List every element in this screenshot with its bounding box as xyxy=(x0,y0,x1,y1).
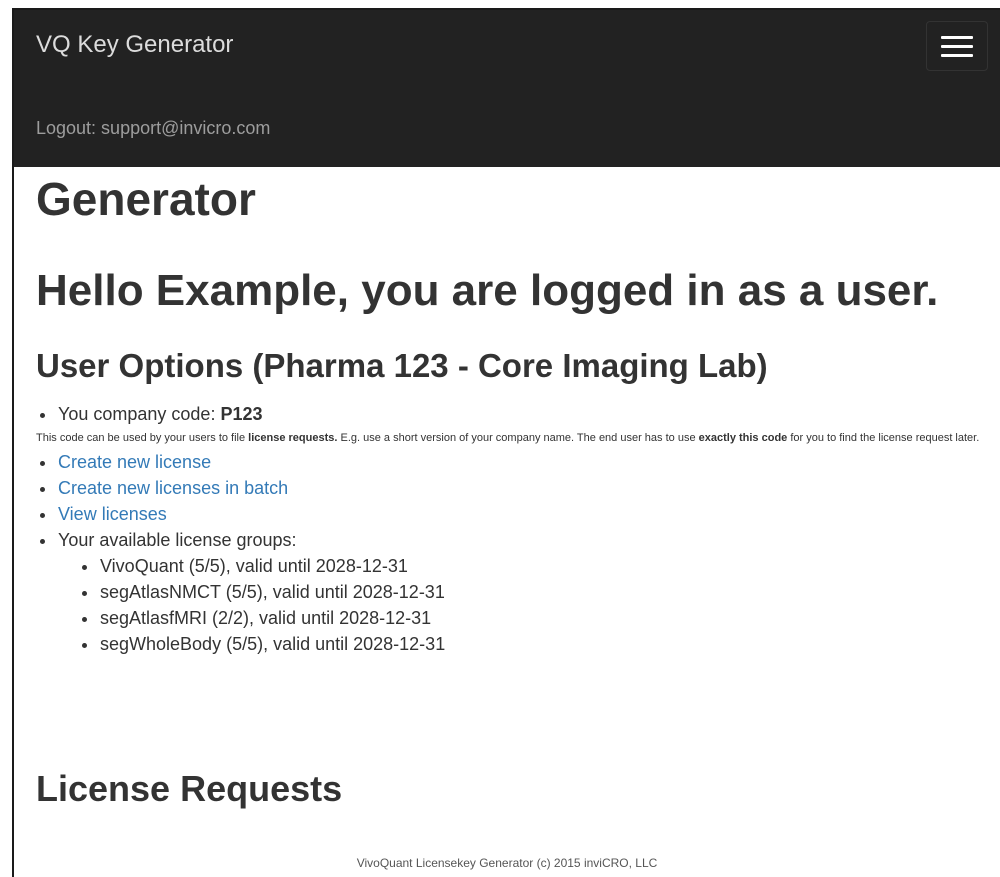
bullet-icon xyxy=(40,413,45,418)
create-license-item: Create new license xyxy=(36,449,996,475)
navbar-brand[interactable]: VQ Key Generator xyxy=(36,31,233,59)
bullet-icon xyxy=(40,539,45,544)
company-code-item: You company code: P123 xyxy=(36,401,996,427)
license-group-text: segAtlasNMCT (5/5), valid until 2028-12-… xyxy=(100,582,445,602)
view-licenses-link[interactable]: View licenses xyxy=(58,504,167,524)
license-groups-item: Your available license groups: VivoQuant… xyxy=(36,527,996,657)
company-code-label: You company code: xyxy=(58,404,221,424)
license-group-text: segAtlasfMRI (2/2), valid until 2028-12-… xyxy=(100,608,432,628)
license-groups-label: Your available license groups: xyxy=(58,530,297,550)
note-bold: exactly this code xyxy=(698,432,788,444)
user-options-heading: User Options (Pharma 123 - Core Imaging … xyxy=(36,347,768,384)
navbar: VQ Key Generator Logout: support@invicro… xyxy=(14,10,1000,167)
page-title: Generator xyxy=(36,173,256,225)
license-requests-heading: License Requests xyxy=(36,768,343,809)
license-group-text: VivoQuant (5/5), valid until 2028-12-31 xyxy=(100,556,408,576)
license-group-item: segAtlasNMCT (5/5), valid until 2028-12-… xyxy=(78,579,996,605)
create-license-link[interactable]: Create new license xyxy=(58,452,211,472)
user-options-list: You company code: P123 This code can be … xyxy=(36,401,996,657)
greeting-heading: Hello Example, you are logged in as a us… xyxy=(36,266,939,315)
note-bold: license requests. xyxy=(248,432,338,444)
create-batch-link[interactable]: Create new licenses in batch xyxy=(58,478,288,498)
license-group-item: segAtlasfMRI (2/2), valid until 2028-12-… xyxy=(78,605,996,631)
company-code-value: P123 xyxy=(220,404,263,424)
view-licenses-item: View licenses xyxy=(36,501,996,527)
company-code-note: This code can be used by your users to f… xyxy=(36,427,996,449)
bullet-icon xyxy=(82,565,87,570)
navbar-toggle-button[interactable] xyxy=(926,21,988,71)
note-text: This code can be used by your users to f… xyxy=(36,432,249,444)
license-group-item: VivoQuant (5/5), valid until 2028-12-31 xyxy=(78,553,996,579)
menu-icon xyxy=(941,36,973,39)
bullet-icon xyxy=(40,487,45,492)
bullet-icon xyxy=(40,513,45,518)
bullet-icon xyxy=(82,643,87,648)
bullet-icon xyxy=(40,461,45,466)
bullet-icon xyxy=(82,617,87,622)
menu-icon xyxy=(941,54,973,57)
bullet-icon xyxy=(82,591,87,596)
footer: VivoQuant Licensekey Generator (c) 2015 … xyxy=(356,856,658,870)
create-batch-item: Create new licenses in batch xyxy=(36,475,996,501)
license-groups-list: VivoQuant (5/5), valid until 2028-12-31 … xyxy=(78,553,996,657)
note-text: for you to find the license request late… xyxy=(787,432,980,444)
note-text: E.g. use a short version of your company… xyxy=(337,432,699,444)
browser-viewport: VQ Key Generator Logout: support@invicro… xyxy=(12,8,1000,877)
logout-link[interactable]: Logout: support@invicro.com xyxy=(36,118,270,139)
license-group-item: segWholeBody (5/5), valid until 2028-12-… xyxy=(78,631,996,657)
menu-icon xyxy=(941,45,973,48)
license-group-text: segWholeBody (5/5), valid until 2028-12-… xyxy=(100,634,446,654)
